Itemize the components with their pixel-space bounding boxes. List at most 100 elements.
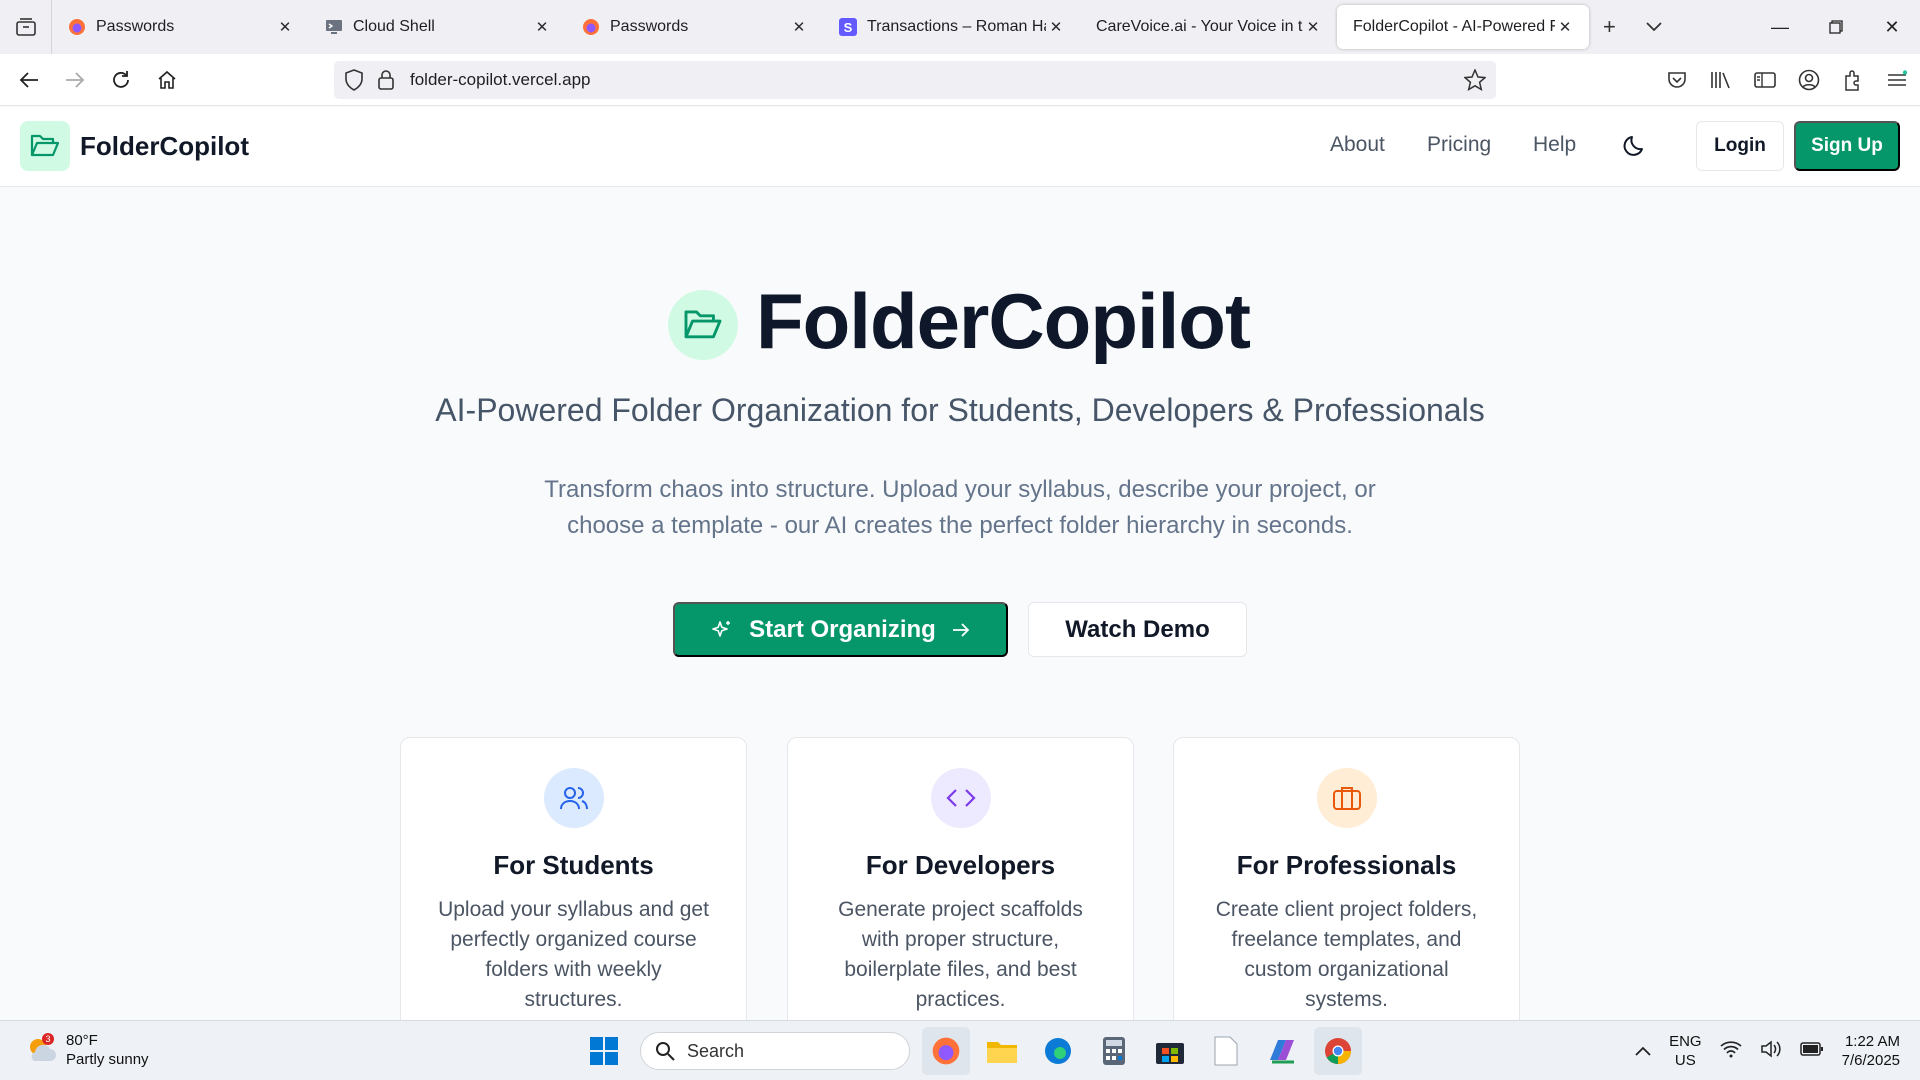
start-organizing-button[interactable]: Start Organizing	[673, 602, 1008, 657]
taskbar-edge[interactable]	[1034, 1027, 1082, 1075]
card-text-line: boilerplate files, and best	[844, 958, 1077, 981]
card-text-line: custom organizational	[1244, 958, 1449, 981]
close-tab-icon[interactable]: ✕	[1046, 18, 1066, 36]
chrome-icon	[1325, 1038, 1351, 1065]
close-tab-icon[interactable]: ✕	[1555, 18, 1575, 36]
brand-name[interactable]: FolderCopilot	[80, 131, 249, 162]
close-tab-icon[interactable]: ✕	[1303, 18, 1323, 36]
users-icon	[559, 787, 588, 810]
tab-list-icon	[15, 18, 36, 36]
tab-title: CareVoice.ai - Your Voice in the H	[1096, 18, 1303, 35]
clock[interactable]: 1:22 AM 7/6/2025	[1842, 1032, 1900, 1070]
taskbar-store[interactable]	[1146, 1027, 1194, 1075]
close-tab-icon[interactable]: ✕	[275, 18, 295, 36]
taskbar-firefox[interactable]	[922, 1027, 970, 1075]
feature-card-students: For Students Upload your syllabus and ge…	[400, 737, 747, 1037]
start-button[interactable]	[580, 1027, 628, 1075]
windows-taskbar: 3 80°F Partly sunny Search ENG US 1:22 A…	[0, 1020, 1920, 1080]
lang-bottom: US	[1674, 1052, 1696, 1069]
close-window-button[interactable]: ✕	[1864, 0, 1920, 54]
shield-icon[interactable]	[344, 69, 364, 91]
browser-tab-active[interactable]: FolderCopilot - AI-Powered Folde ✕	[1337, 5, 1589, 49]
close-tab-icon[interactable]: ✕	[532, 18, 552, 36]
taskbar-chrome[interactable]	[1314, 1027, 1362, 1075]
card-icon-circle	[930, 768, 991, 828]
weather-desc: Partly sunny	[66, 1051, 149, 1068]
feature-card-professionals: For Professionals Create client project …	[1173, 737, 1520, 1037]
reload-icon	[113, 70, 129, 88]
menu-icon[interactable]	[1882, 65, 1912, 95]
tab-bar: Passwords ✕ Cloud Shell ✕ Passwords ✕ S …	[0, 0, 1920, 54]
signup-button[interactable]: Sign Up	[1794, 121, 1900, 171]
code-icon	[945, 789, 976, 807]
browser-tab[interactable]: Passwords ✕	[52, 0, 309, 54]
wifi-icon[interactable]	[1720, 1040, 1742, 1062]
taskbar-notepad[interactable]	[1202, 1027, 1250, 1075]
browser-tab[interactable]: CareVoice.ai - Your Voice in the H ✕	[1080, 0, 1337, 54]
firefox-icon	[932, 1037, 960, 1065]
svg-text:S: S	[844, 20, 853, 35]
taskbar-calculator[interactable]	[1090, 1027, 1138, 1075]
battery-icon[interactable]	[1799, 1041, 1824, 1061]
lang-top: ENG	[1669, 1033, 1702, 1050]
taskbar-file-explorer[interactable]	[978, 1027, 1026, 1075]
login-button[interactable]: Login	[1696, 121, 1784, 171]
site-header: FolderCopilot About Pricing Help Login S…	[0, 107, 1920, 187]
hero-logo	[668, 290, 738, 360]
tab-title: Transactions – Roman Hance	[867, 18, 1046, 35]
site-logo[interactable]	[20, 121, 70, 171]
language-indicator[interactable]: ENG US	[1669, 1032, 1702, 1070]
chevron-down-icon[interactable]	[1646, 22, 1662, 32]
calculator-icon	[1103, 1037, 1125, 1065]
forward-button[interactable]	[52, 60, 98, 100]
taskbar-m365[interactable]	[1258, 1027, 1306, 1075]
taskbar-search[interactable]: Search	[640, 1032, 910, 1070]
close-tab-icon[interactable]: ✕	[789, 18, 809, 36]
address-bar[interactable]: folder-copilot.vercel.app	[334, 61, 1496, 99]
card-title: For Students	[493, 850, 654, 880]
url-text[interactable]: folder-copilot.vercel.app	[410, 70, 590, 90]
card-text-line: with proper structure,	[861, 928, 1060, 951]
card-text-line: practices.	[915, 988, 1006, 1011]
lock-icon[interactable]	[378, 70, 394, 90]
arrow-right-icon	[952, 622, 970, 637]
hero-description-line: choose a template - our AI creates the p…	[567, 512, 1353, 539]
moon-icon[interactable]	[1622, 133, 1648, 159]
weather-widget[interactable]: 3 80°F Partly sunny	[24, 1031, 149, 1069]
windows-logo-icon	[590, 1037, 618, 1065]
partly-sunny-icon: 3	[30, 1033, 56, 1061]
firefox-icon	[69, 19, 85, 35]
watch-demo-button[interactable]: Watch Demo	[1028, 602, 1247, 657]
home-button[interactable]	[144, 60, 190, 100]
sidebar-icon[interactable]	[1750, 65, 1780, 95]
stripe-icon: S	[839, 18, 857, 36]
restore-button[interactable]	[1808, 0, 1864, 54]
bookmark-star-icon[interactable]	[1464, 69, 1486, 91]
pocket-icon[interactable]	[1662, 65, 1692, 95]
volume-icon[interactable]	[1760, 1040, 1782, 1062]
reload-button[interactable]	[98, 60, 144, 100]
new-tab-icon[interactable]: +	[1603, 14, 1616, 40]
hero-description-line: Transform chaos into structure. Upload y…	[544, 476, 1376, 503]
nav-link-about[interactable]: About	[1330, 133, 1385, 157]
system-tray: ENG US 1:22 AM 7/6/2025	[1635, 1021, 1900, 1080]
browser-tab[interactable]: Passwords ✕	[566, 0, 823, 54]
card-text-line: systems.	[1305, 988, 1388, 1011]
library-icon[interactable]	[1706, 65, 1736, 95]
card-icon-circle	[543, 768, 604, 828]
tab-title: FolderCopilot - AI-Powered Folde	[1353, 18, 1555, 35]
firefox-icon	[583, 19, 599, 35]
minimize-button[interactable]: —	[1752, 0, 1808, 54]
card-title: For Developers	[865, 850, 1056, 880]
chevron-up-icon[interactable]	[1635, 1043, 1651, 1060]
tab-list-button[interactable]	[0, 0, 52, 54]
card-text-line: perfectly organized course	[450, 928, 697, 951]
back-button[interactable]	[6, 60, 52, 100]
browser-tab[interactable]: S Transactions – Roman Hance ✕	[823, 0, 1080, 54]
nav-link-pricing[interactable]: Pricing	[1427, 133, 1491, 157]
cloud-shell-icon	[326, 20, 342, 34]
nav-link-help[interactable]: Help	[1533, 133, 1576, 157]
extensions-icon[interactable]	[1838, 65, 1868, 95]
account-icon[interactable]	[1794, 65, 1824, 95]
browser-tab[interactable]: Cloud Shell ✕	[309, 0, 566, 54]
